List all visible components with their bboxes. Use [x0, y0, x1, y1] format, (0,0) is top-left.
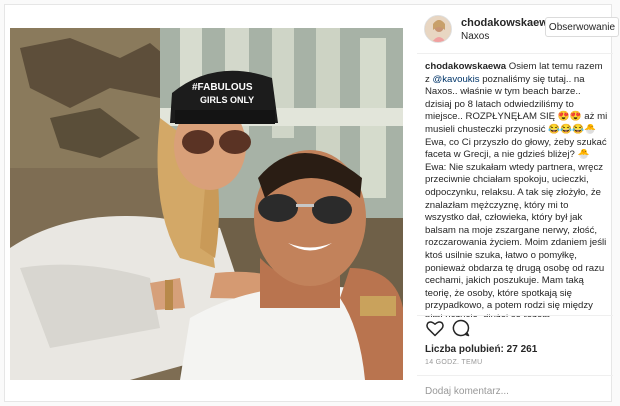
avatar-image: [425, 16, 451, 42]
post-sidebar: chodakowskaew Naxos Obserwowanie chodako…: [417, 5, 619, 403]
actions-divider: [417, 315, 613, 316]
heart-icon[interactable]: [425, 318, 445, 338]
avatar[interactable]: [424, 15, 452, 43]
likes-count[interactable]: Liczba polubień: 27 261: [425, 344, 537, 355]
post-header: chodakowskaew Naxos Obserwowanie: [417, 9, 619, 49]
caption-mention[interactable]: @kavoukis: [432, 74, 479, 85]
location[interactable]: Naxos: [461, 31, 489, 42]
comment-divider: [417, 375, 613, 376]
username[interactable]: chodakowskaew: [461, 17, 548, 29]
action-bar: [425, 318, 605, 340]
post-photo[interactable]: #FABULOUS GIRLS ONLY: [10, 28, 403, 380]
caption: chodakowskaewa Osiem lat temu razem z @k…: [425, 61, 609, 317]
follow-button[interactable]: Obserwowanie: [545, 17, 619, 37]
speech-bubble-icon[interactable]: [451, 318, 471, 338]
comment-input[interactable]: Dodaj komentarz...: [425, 386, 509, 397]
header-divider: [417, 53, 613, 54]
caption-username[interactable]: chodakowskaewa: [425, 61, 506, 72]
post-card: #FABULOUS GIRLS ONLY chodakowskaew Naxos…: [4, 4, 619, 403]
caption-text-2: poznaliśmy się tutaj.. na Naxos.. właśni…: [425, 73, 608, 317]
photo-illustration: #FABULOUS GIRLS ONLY: [10, 28, 403, 380]
svg-text:GIRLS ONLY: GIRLS ONLY: [200, 95, 254, 105]
post-time[interactable]: 14 GODZ. TEMU: [425, 359, 482, 366]
svg-text:#FABULOUS: #FABULOUS: [192, 82, 253, 93]
